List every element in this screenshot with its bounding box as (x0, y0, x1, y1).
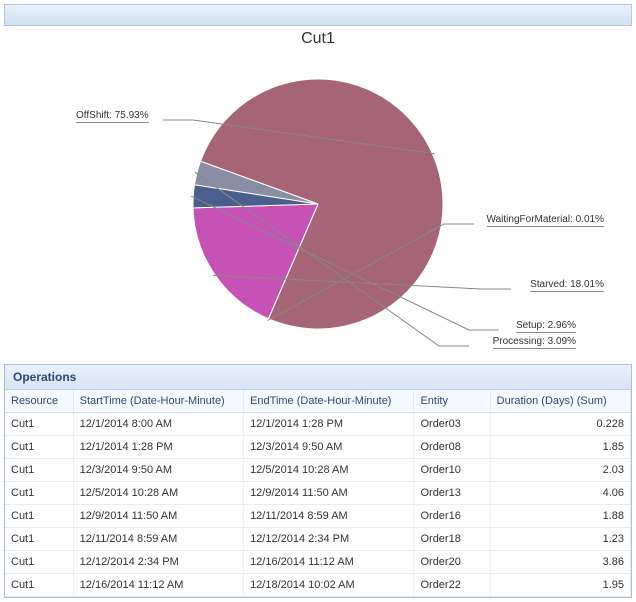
pie-label-offshift: OffShift: 75.93% (76, 110, 149, 123)
operations-table: Resource StartTime (Date-Hour-Minute) En… (5, 390, 631, 597)
cell-end: 12/12/2014 2:34 PM (244, 528, 414, 551)
cell-duration: 0.228 (490, 413, 630, 436)
cell-entity: Order10 (414, 459, 490, 482)
cell-resource: Cut1 (5, 482, 73, 505)
pie-chart: OffShift: 75.93% WaitingForMaterial: 0.0… (4, 54, 632, 354)
table-row[interactable]: Cut112/5/2014 10:28 AM12/9/2014 11:50 AM… (5, 482, 631, 505)
table-header-row: Resource StartTime (Date-Hour-Minute) En… (5, 390, 631, 413)
cell-end: 12/3/2014 9:50 AM (244, 436, 414, 459)
cell-end: 12/11/2014 8:59 AM (244, 505, 414, 528)
cell-duration: 1.85 (490, 436, 630, 459)
cell-entity: Order03 (414, 413, 490, 436)
chart-title: Cut1 (4, 30, 632, 48)
table-row[interactable]: Cut112/16/2014 11:12 AM12/18/2014 10:02 … (5, 574, 631, 597)
col-entity[interactable]: Entity (414, 390, 490, 413)
cell-resource: Cut1 (5, 528, 73, 551)
cell-resource: Cut1 (5, 505, 73, 528)
operations-panel: Operations Resource StartTime (Date-Hour… (4, 364, 632, 598)
cell-start: 12/12/2014 2:34 PM (73, 551, 243, 574)
cell-start: 12/11/2014 8:59 AM (73, 528, 243, 551)
table-row[interactable]: Cut112/11/2014 8:59 AM12/12/2014 2:34 PM… (5, 528, 631, 551)
table-row[interactable]: Cut112/1/2014 1:28 PM12/3/2014 9:50 AMOr… (5, 436, 631, 459)
pie-label-starved: Starved: 18.01% (530, 279, 604, 292)
col-start[interactable]: StartTime (Date-Hour-Minute) (73, 390, 243, 413)
pie-label-processing: Processing: 3.09% (493, 336, 576, 349)
cell-end: 12/1/2014 1:28 PM (244, 413, 414, 436)
col-duration[interactable]: Duration (Days) (Sum) (490, 390, 630, 413)
cell-entity: Order08 (414, 436, 490, 459)
cell-start: 12/1/2014 1:28 PM (73, 436, 243, 459)
col-resource[interactable]: Resource (5, 390, 73, 413)
cell-resource: Cut1 (5, 459, 73, 482)
cell-duration: 2.03 (490, 459, 630, 482)
cell-resource: Cut1 (5, 574, 73, 597)
cell-entity: Order22 (414, 574, 490, 597)
table-row[interactable]: Cut112/12/2014 2:34 PM12/16/2014 11:12 A… (5, 551, 631, 574)
cell-entity: Order13 (414, 482, 490, 505)
cell-entity: Order18 (414, 528, 490, 551)
cell-resource: Cut1 (5, 436, 73, 459)
pie-label-setup: Setup: 2.96% (516, 320, 576, 333)
cell-start: 12/16/2014 11:12 AM (73, 574, 243, 597)
cell-resource: Cut1 (5, 413, 73, 436)
cell-start: 12/5/2014 10:28 AM (73, 482, 243, 505)
cell-end: 12/16/2014 11:12 AM (244, 551, 414, 574)
cell-end: 12/9/2014 11:50 AM (244, 482, 414, 505)
table-row[interactable]: Cut112/3/2014 9:50 AM12/5/2014 10:28 AMO… (5, 459, 631, 482)
cell-duration: 4.06 (490, 482, 630, 505)
chart-area: Cut1 OffShift: 75.93% WaitingForMaterial… (4, 30, 632, 354)
cell-duration: 1.95 (490, 574, 630, 597)
col-end[interactable]: EndTime (Date-Hour-Minute) (244, 390, 414, 413)
cell-entity: Order16 (414, 505, 490, 528)
toolbar (4, 4, 632, 26)
cell-start: 12/9/2014 11:50 AM (73, 505, 243, 528)
cell-duration: 1.23 (490, 528, 630, 551)
table-row[interactable]: Cut112/9/2014 11:50 AM12/11/2014 8:59 AM… (5, 505, 631, 528)
cell-end: 12/5/2014 10:28 AM (244, 459, 414, 482)
cell-entity: Order20 (414, 551, 490, 574)
cell-resource: Cut1 (5, 551, 73, 574)
cell-duration: 3.86 (490, 551, 630, 574)
cell-duration: 1.88 (490, 505, 630, 528)
cell-start: 12/3/2014 9:50 AM (73, 459, 243, 482)
cell-start: 12/1/2014 8:00 AM (73, 413, 243, 436)
pie-label-waiting: WaitingForMaterial: 0.01% (487, 214, 604, 227)
operations-header: Operations (5, 365, 631, 390)
table-row[interactable]: Cut112/1/2014 8:00 AM12/1/2014 1:28 PMOr… (5, 413, 631, 436)
cell-end: 12/18/2014 10:02 AM (244, 574, 414, 597)
